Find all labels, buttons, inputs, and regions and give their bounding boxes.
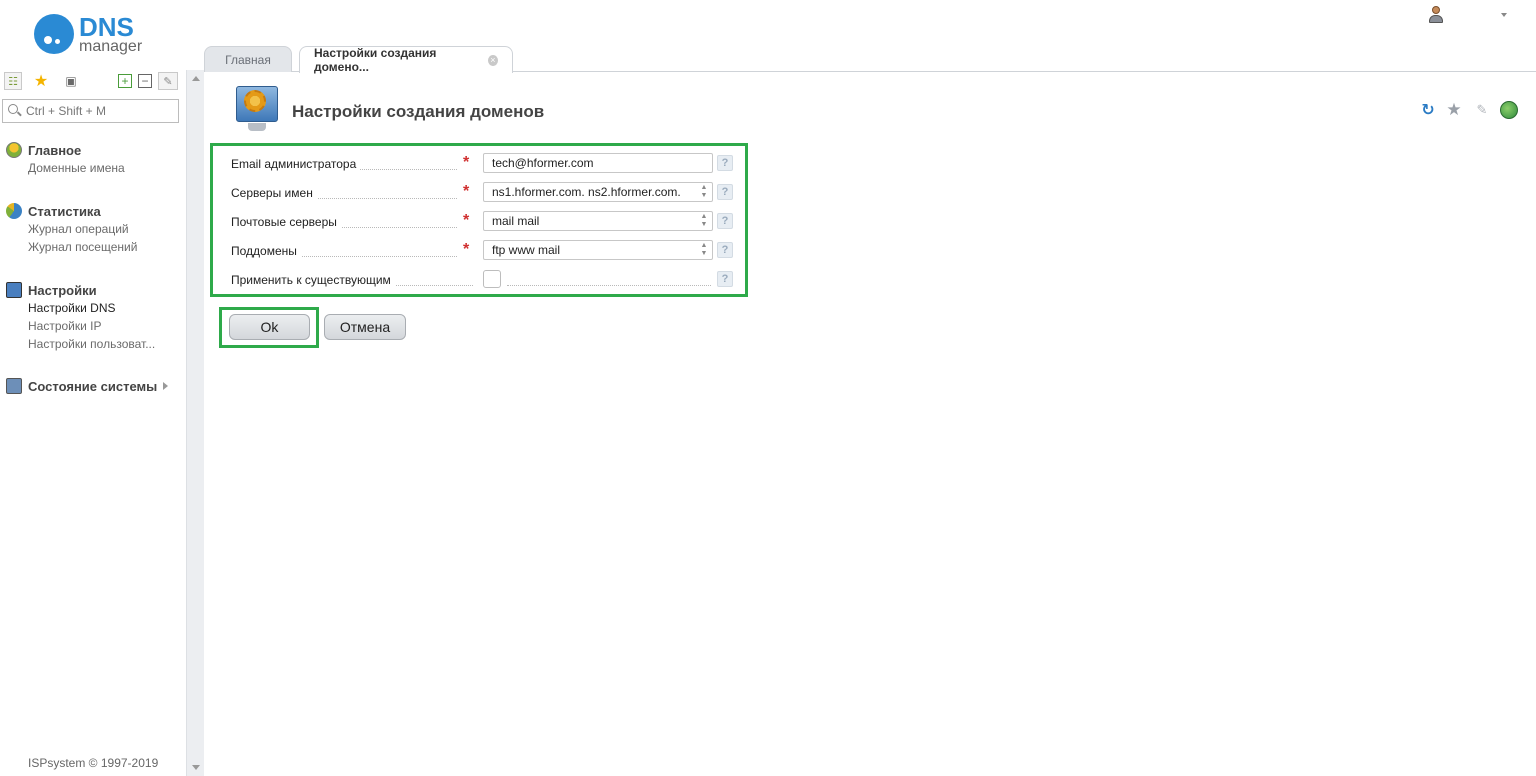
copyright: ISPsystem © 1997-2019 [28,756,159,770]
expand-all-icon[interactable]: + [118,74,132,88]
close-icon[interactable]: × [487,54,498,66]
monitor-icon [6,378,22,394]
admin-email-field[interactable]: tech@hformer.com [483,153,713,173]
help-icon[interactable]: ? [717,184,733,200]
required-mark: * [463,212,470,229]
nav-group-title: Статистика [28,203,101,219]
nav-group-statistics: Статистика Журнал операций Журнал посеще… [6,202,137,256]
menu-search [2,99,179,123]
pin-icon[interactable]: ✎ [1473,101,1491,119]
briefcase-icon[interactable]: ▣ [62,72,80,90]
tab-label: Главная [225,52,271,67]
nav-group-title: Настройки [28,282,97,298]
required-mark: * [463,241,470,258]
sidebar-item-operations-log[interactable]: Журнал операций [28,220,137,238]
nav-group-settings: Настройки Настройки DNS Настройки IP Нас… [6,281,155,353]
nav-group-system-status-header[interactable]: Состояние системы [6,377,169,395]
globe-icon[interactable] [1500,101,1518,119]
scroll-up-icon[interactable] [192,76,200,81]
logo-icon [34,14,74,54]
resize-handle-icon[interactable]: ▲ ▼ [699,242,709,258]
pin-icon[interactable]: ✎ [158,72,178,90]
nav-group-main-header[interactable]: Главное [6,141,125,159]
chevron-right-icon [163,382,169,390]
mail-servers-field[interactable]: mail mail [483,211,713,231]
form-row-mail-servers: Почтовые серверы * mail mail ▲ ▼ ? [231,211,735,233]
settings-icon [6,282,22,298]
help-icon[interactable]: ? [717,213,733,229]
sidebar-scrollbar[interactable] [186,70,204,776]
form-row-subdomains: Поддомены * ftp www mail ▲ ▼ ? [231,240,735,262]
scroll-down-icon[interactable] [192,765,200,770]
settings-form: Email администратора * tech@hformer.com … [210,143,748,297]
pie-chart-icon [6,203,22,219]
required-mark: * [463,154,470,171]
cancel-button[interactable]: Отмена [324,314,406,340]
tab-home[interactable]: Главная [204,46,292,72]
resize-handle-icon[interactable]: ▲ ▼ [699,184,709,200]
star-icon[interactable]: ★ [1445,100,1463,119]
resize-handle-icon[interactable]: ▲ ▼ [699,213,709,229]
nav-group-system-status: Состояние системы [6,377,169,395]
sidebar-toolbar: ☷ ★ ▣ + − ✎ [4,72,182,92]
search-input[interactable] [26,103,176,119]
help-icon[interactable]: ? [717,271,733,287]
field-label: Поддомены [231,244,301,258]
logo-text-manager: manager [79,38,143,55]
sidebar-item-user-settings[interactable]: Настройки пользоват... [28,335,155,353]
sidebar-item-ip-settings[interactable]: Настройки IP [28,317,155,335]
tree-view-icon[interactable]: ☷ [4,72,22,90]
ok-button[interactable]: Ok [229,314,310,340]
sidebar-item-dns-settings[interactable]: Настройки DNS [28,299,155,317]
user-icon[interactable] [1428,6,1444,24]
sidebar-item-visits-log[interactable]: Журнал посещений [28,238,137,256]
logo[interactable]: DNS manager [34,12,164,58]
tab-domain-settings[interactable]: Настройки создания домено... × [299,46,513,74]
help-icon[interactable]: ? [717,242,733,258]
chevron-down-icon[interactable] [1501,13,1507,17]
form-row-admin-email: Email администратора * tech@hformer.com … [231,153,735,175]
nav-group-title: Главное [28,142,82,158]
help-icon[interactable]: ? [717,155,733,171]
nav-group-main: Главное Доменные имена [6,141,125,177]
label-leader [507,285,711,286]
logo-text-dns: DNS [79,12,134,42]
apply-existing-checkbox[interactable] [483,270,501,288]
subdomains-field[interactable]: ftp www mail [483,240,713,260]
name-servers-field[interactable]: ns1.hformer.com. ns2.hformer.com. [483,182,713,202]
nav-group-settings-header[interactable]: Настройки [6,281,155,299]
collapse-all-icon[interactable]: − [138,74,152,88]
nav-group-title: Состояние системы [28,378,158,394]
sidebar: DNS manager ☷ ★ ▣ + − ✎ Главное Доменные… [0,0,186,776]
nav-group-statistics-header[interactable]: Статистика [6,202,137,220]
field-label: Email администратора [231,157,361,171]
search-icon [8,104,18,114]
form-row-apply-existing: Применить к существующим ? [231,269,735,291]
field-label: Применить к существующим [231,273,395,287]
tab-label: Настройки создания домено... [314,46,437,74]
settings-monitor-icon [234,86,280,134]
favorites-star-icon[interactable]: ★ [32,72,50,90]
field-label: Почтовые серверы [231,215,341,229]
required-mark: * [463,183,470,200]
field-label: Серверы имен [231,186,317,200]
home-icon [6,142,22,158]
form-row-name-servers: Серверы имен * ns1.hformer.com. ns2.hfor… [231,182,735,204]
page-title: Настройки создания доменов [292,102,545,121]
refresh-icon[interactable]: ↻ [1419,101,1437,119]
sidebar-item-domain-names[interactable]: Доменные имена [28,159,125,177]
